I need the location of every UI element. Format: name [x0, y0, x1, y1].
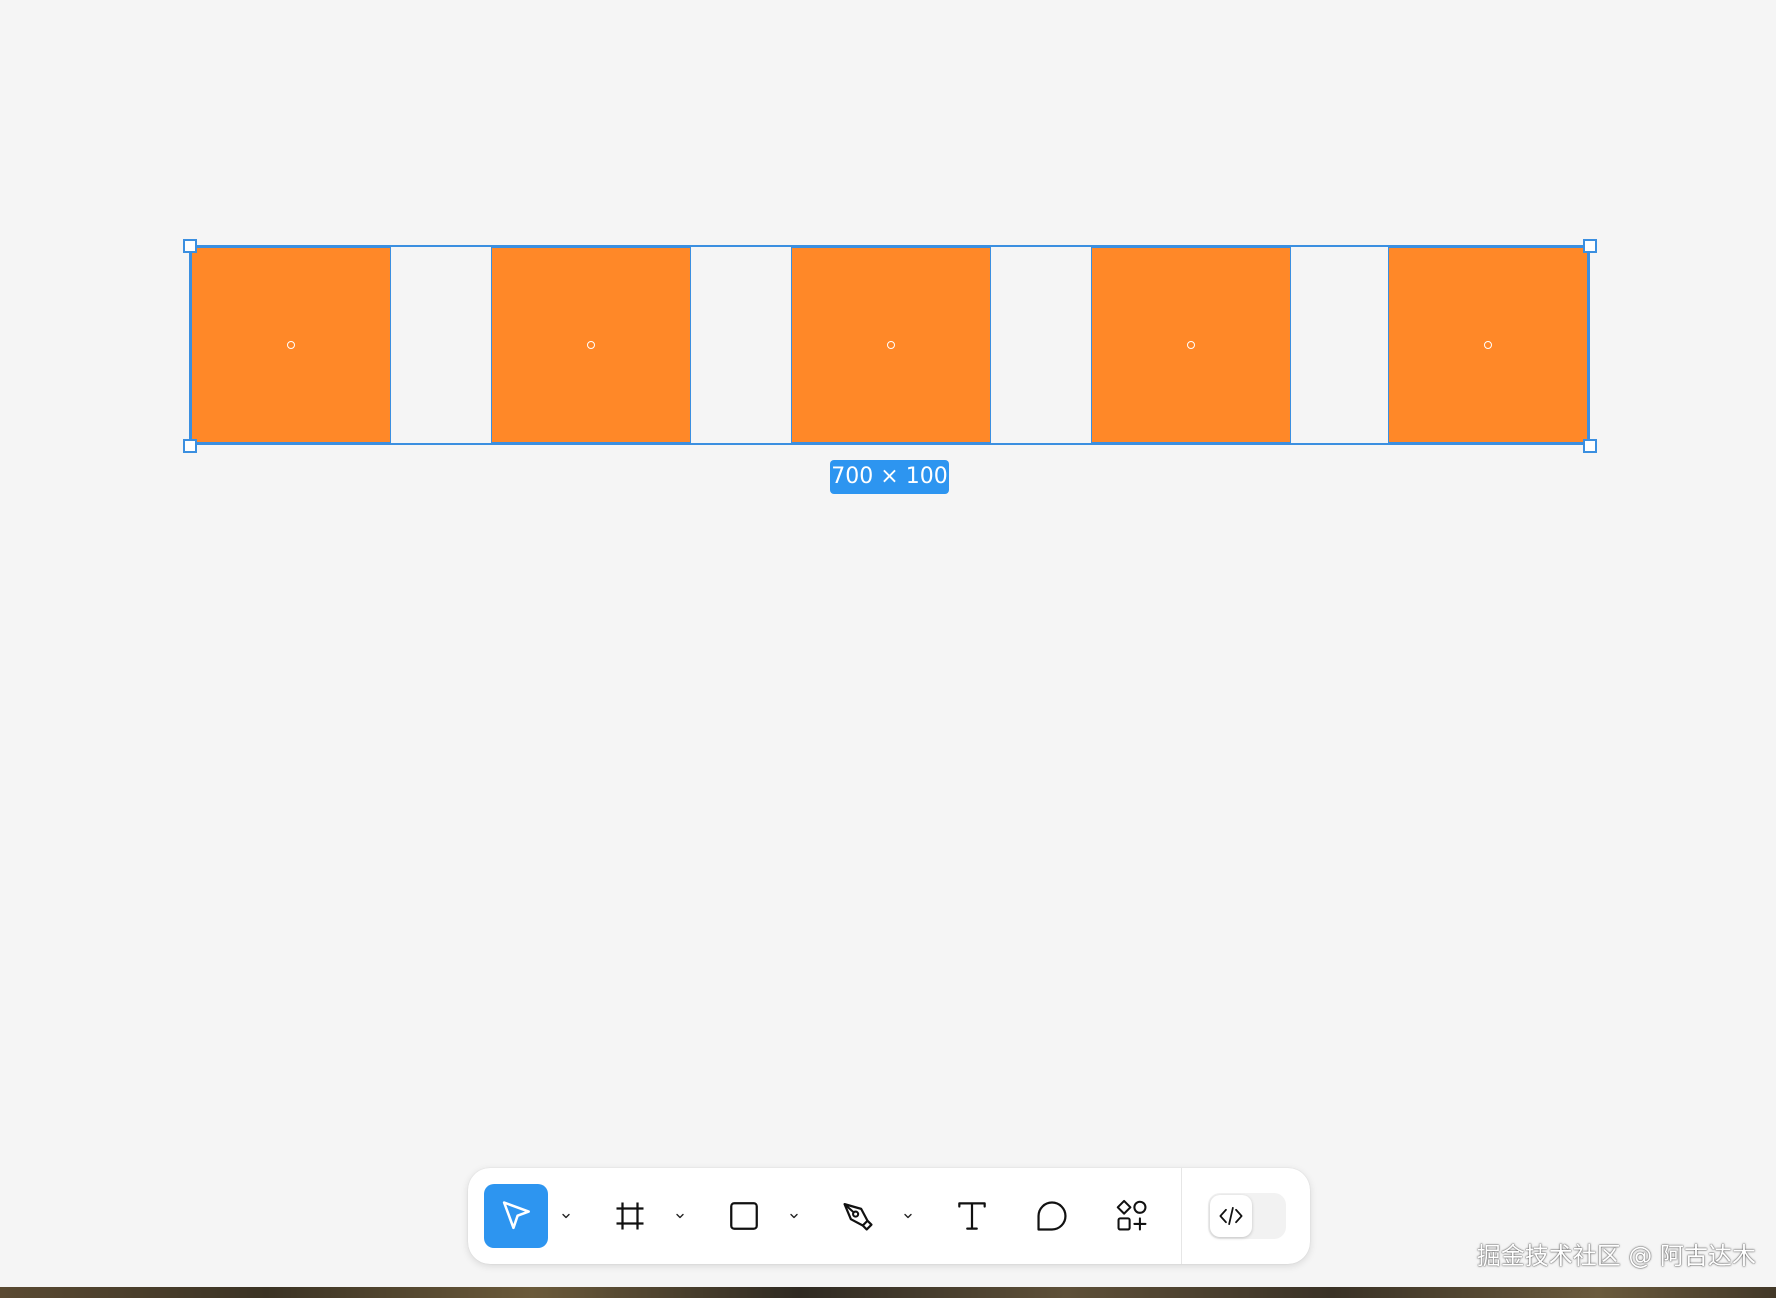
- frame-tool-button[interactable]: [598, 1184, 662, 1248]
- resize-handle-bottom-left[interactable]: [183, 439, 197, 453]
- center-point-icon: [287, 341, 295, 349]
- cursor-arrow-icon: [502, 1201, 530, 1230]
- chevron-down-icon: [904, 1213, 912, 1219]
- orange-square-5[interactable]: [1388, 247, 1588, 443]
- chevron-down-icon: [790, 1213, 798, 1219]
- orange-square-1[interactable]: [191, 247, 391, 443]
- resources-tool-button[interactable]: [1100, 1184, 1164, 1248]
- text-t-icon: [958, 1202, 986, 1230]
- bottom-toolbar: [468, 1168, 1310, 1264]
- text-tool-button[interactable]: [940, 1184, 1004, 1248]
- design-canvas[interactable]: 700 × 100 掘金技术社区 @ 阿古达木: [0, 0, 1776, 1287]
- orange-square-3[interactable]: [791, 247, 991, 443]
- frame-hash-icon: [616, 1202, 644, 1230]
- dev-mode-toggle[interactable]: [1208, 1193, 1286, 1239]
- center-point-icon: [587, 341, 595, 349]
- shape-tool-dropdown[interactable]: [784, 1206, 804, 1226]
- resize-handle-top-left[interactable]: [183, 239, 197, 253]
- comment-tool-button[interactable]: [1020, 1184, 1084, 1248]
- center-point-icon: [1484, 341, 1492, 349]
- chevron-down-icon: [562, 1213, 570, 1219]
- move-tool-dropdown[interactable]: [556, 1206, 576, 1226]
- toolbar-divider: [1181, 1168, 1182, 1264]
- dev-mode-toggle-knob[interactable]: [1210, 1195, 1252, 1237]
- rectangle-icon: [730, 1202, 758, 1230]
- code-brackets-icon: [1219, 1207, 1243, 1225]
- shape-tool-button[interactable]: [712, 1184, 776, 1248]
- selected-frame[interactable]: [189, 245, 1590, 445]
- resize-handle-top-right[interactable]: [1583, 239, 1597, 253]
- center-point-icon: [887, 341, 895, 349]
- orange-square-2[interactable]: [491, 247, 691, 443]
- pen-tool-dropdown[interactable]: [898, 1206, 918, 1226]
- desktop-wallpaper-strip: [0, 1287, 1776, 1298]
- size-badge: 700 × 100: [830, 460, 949, 494]
- chevron-down-icon: [676, 1213, 684, 1219]
- move-tool-button[interactable]: [484, 1184, 548, 1248]
- pen-nib-icon: [843, 1203, 873, 1231]
- resize-handle-bottom-right[interactable]: [1583, 439, 1597, 453]
- watermark: 掘金技术社区 @ 阿古达木: [1476, 1242, 1756, 1270]
- shapes-plus-icon: [1116, 1199, 1147, 1231]
- orange-square-4[interactable]: [1091, 247, 1291, 443]
- comment-bubble-icon: [1037, 1201, 1067, 1231]
- pen-tool-button[interactable]: [826, 1184, 890, 1248]
- frame-tool-dropdown[interactable]: [670, 1206, 690, 1226]
- center-point-icon: [1187, 341, 1195, 349]
